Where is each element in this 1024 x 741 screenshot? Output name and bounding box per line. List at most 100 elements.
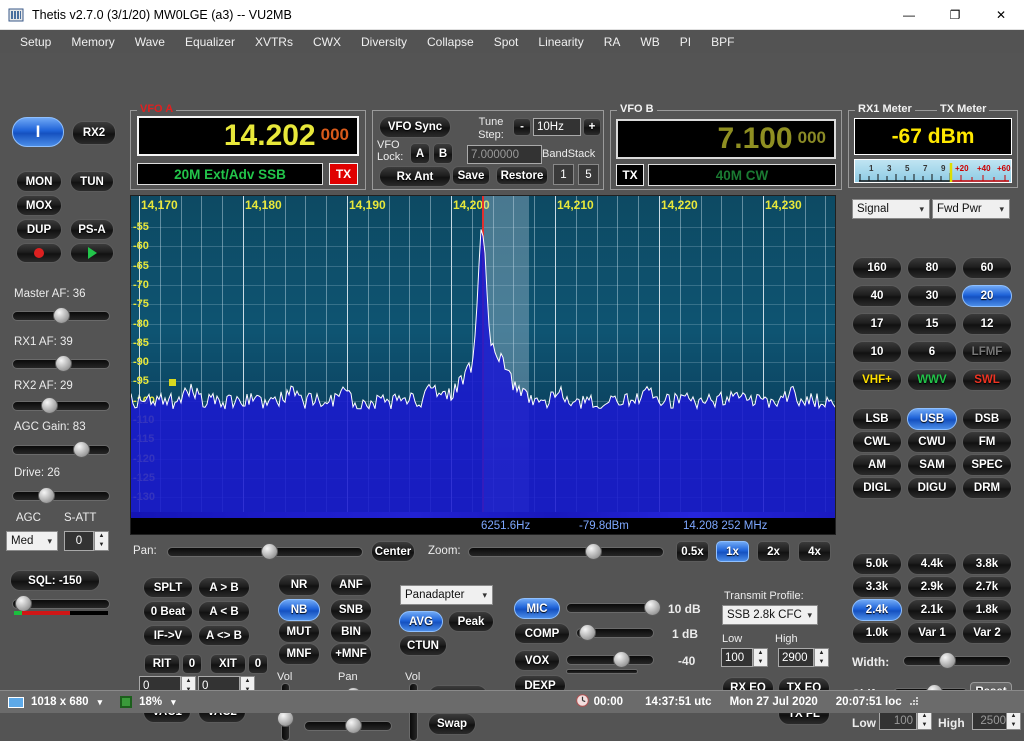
master-af-slider[interactable] [12, 307, 110, 324]
nb-button[interactable]: NB [278, 599, 320, 621]
drive-slider[interactable] [12, 487, 110, 504]
rx2-button[interactable]: RX2 [72, 121, 116, 145]
rx-ant-button[interactable]: Rx Ant [379, 166, 451, 187]
filter-var-2-button[interactable]: Var 2 [962, 622, 1012, 644]
stepper-down-icon[interactable]: ▼ [95, 541, 108, 550]
avg-button[interactable]: AVG [399, 611, 443, 632]
slider-thumb[interactable] [53, 307, 71, 324]
mnf-button[interactable]: MNF [278, 643, 320, 665]
band-6-button[interactable]: 6 [907, 341, 957, 363]
rx1-af-slider[interactable] [12, 355, 110, 372]
slider-thumb[interactable] [14, 595, 32, 612]
display-mode-select[interactable]: Panadapter ▾ [400, 585, 493, 605]
slider-thumb[interactable] [55, 355, 73, 372]
filter-1-8k-button[interactable]: 1.8k [962, 599, 1012, 621]
maximize-button[interactable]: ❐ [932, 0, 978, 30]
mic-button[interactable]: MIC [514, 598, 560, 619]
agc-gain-slider[interactable] [12, 441, 110, 458]
mode-cwl-button[interactable]: CWL [852, 431, 902, 453]
menu-item-cwx[interactable]: CWX [303, 32, 351, 52]
tune-step-increase-button[interactable]: + [583, 118, 601, 136]
vfo-lock-a-button[interactable]: A [410, 143, 430, 164]
slider-thumb[interactable] [643, 599, 661, 616]
plus-mnf-button[interactable]: +MNF [330, 643, 372, 665]
stepper-up-icon[interactable]: ▲ [241, 677, 254, 686]
stepper-down-icon[interactable]: ▼ [1007, 721, 1020, 730]
filter-low-stepper[interactable]: ▲ ▼ [917, 711, 932, 730]
filter-high-value[interactable]: 2500 [972, 711, 1010, 730]
agc-select[interactable]: Med ▾ [6, 531, 58, 551]
filter-low-value[interactable]: 100 [879, 711, 917, 730]
menu-item-collapse[interactable]: Collapse [417, 32, 484, 52]
vox-slider[interactable] [566, 651, 654, 668]
rx2-af-slider[interactable] [12, 397, 110, 414]
slider-thumb[interactable] [37, 487, 55, 504]
slider-thumb[interactable] [261, 543, 279, 560]
slider-thumb[interactable] [578, 624, 596, 641]
stepper-down-icon[interactable]: ▼ [918, 721, 931, 730]
band-lfmf-button[interactable]: LFMF [962, 341, 1012, 363]
filter-2-4k-button[interactable]: 2.4k [852, 599, 902, 621]
transmit-profile-select[interactable]: SSB 2.8k CFC ▾ [722, 605, 818, 625]
band-wwv-button[interactable]: WWV [907, 369, 957, 391]
slider-thumb[interactable] [585, 543, 603, 560]
menu-item-ra[interactable]: RA [594, 32, 631, 52]
filter-3-8k-button[interactable]: 3.8k [962, 553, 1012, 575]
zoom-4x-button[interactable]: 4x [798, 541, 831, 562]
stepper-down-icon[interactable]: ▼ [754, 658, 767, 667]
meter-signal-select[interactable]: Signal ▾ [852, 199, 930, 219]
xit-button[interactable]: XIT [210, 654, 246, 674]
filter-1-0k-button[interactable]: 1.0k [852, 622, 902, 644]
record-button[interactable] [16, 243, 62, 263]
tx-high-value[interactable]: 2900 [778, 648, 814, 667]
a-to-b-button[interactable]: A > B [198, 577, 250, 598]
menu-item-pi[interactable]: PI [670, 32, 701, 52]
stepper-up-icon[interactable]: ▲ [918, 712, 931, 721]
slider-thumb[interactable] [938, 652, 956, 669]
rx2-pan-slider[interactable] [304, 717, 392, 734]
stepper-up-icon[interactable]: ▲ [1007, 712, 1020, 721]
peak-button[interactable]: Peak [448, 611, 494, 632]
vfo-b-tx-indicator[interactable]: TX [616, 164, 644, 186]
snb-button[interactable]: SNB [330, 599, 372, 621]
mut-button[interactable]: MUT [278, 621, 320, 643]
restore-button[interactable]: Restore [496, 166, 548, 185]
comp-slider[interactable] [576, 624, 654, 641]
mox-button[interactable]: MOX [16, 195, 62, 216]
resolution-dropdown-icon[interactable]: ▾ [98, 697, 103, 708]
band-swl-button[interactable]: SWL [962, 369, 1012, 391]
mode-spec-button[interactable]: SPEC [962, 454, 1012, 476]
comp-button[interactable]: COMP [514, 623, 570, 644]
power-button[interactable]: Ι [12, 117, 64, 147]
stepper-up-icon[interactable]: ▲ [754, 649, 767, 658]
stepper-up-icon[interactable]: ▲ [182, 677, 195, 686]
filter-3-3k-button[interactable]: 3.3k [852, 576, 902, 598]
mode-sam-button[interactable]: SAM [907, 454, 957, 476]
tune-step-decrease-button[interactable]: - [513, 118, 531, 136]
satt-stepper[interactable]: ▲ ▼ [94, 531, 109, 551]
width-slider[interactable] [903, 652, 1011, 669]
zoom-slider[interactable] [468, 543, 664, 560]
filter-high-stepper[interactable]: ▲ ▼ [1006, 711, 1021, 730]
center-button[interactable]: Center [371, 541, 415, 562]
splt-button[interactable]: SPLT [143, 577, 193, 598]
cpu-dropdown-icon[interactable]: ▾ [171, 697, 176, 708]
rit-zero-button[interactable]: 0 [182, 654, 202, 674]
band-80-button[interactable]: 80 [907, 257, 957, 279]
mode-fm-button[interactable]: FM [962, 431, 1012, 453]
zero-beat-button[interactable]: 0 Beat [143, 601, 193, 622]
dup-button[interactable]: DUP [16, 219, 62, 240]
squelch-button[interactable]: SQL: -150 [10, 570, 100, 591]
zoom-0.5x-button[interactable]: 0.5x [676, 541, 709, 562]
bandstack-1-button[interactable]: 1 [553, 164, 574, 185]
vfo-b-frequency-display[interactable]: 7.100 000 [616, 119, 836, 159]
panadapter-display[interactable]: 14,170 14,180 14,190 14,200 14,210 14,220 14,2… [130, 195, 836, 535]
band-10-button[interactable]: 10 [852, 341, 902, 363]
mode-lsb-button[interactable]: LSB [852, 408, 902, 430]
anf-button[interactable]: ANF [330, 574, 372, 596]
filter-var-1-button[interactable]: Var 1 [907, 622, 957, 644]
swap-button[interactable]: Swap [428, 713, 476, 735]
slider-thumb[interactable] [613, 651, 631, 668]
squelch-slider[interactable] [12, 595, 110, 612]
slider-thumb[interactable] [72, 441, 90, 458]
